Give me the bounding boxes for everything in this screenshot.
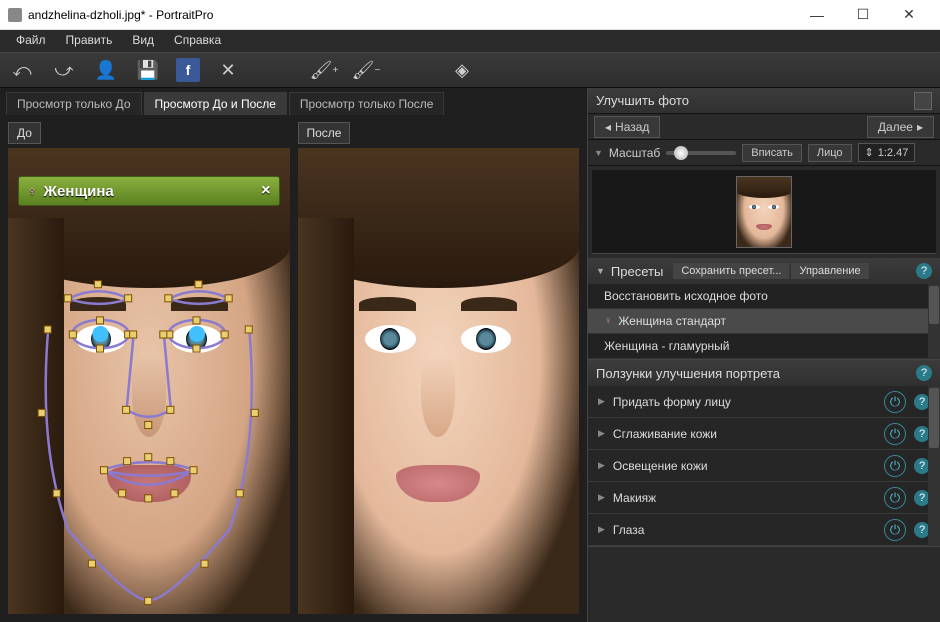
presets-title: Пресеты xyxy=(611,264,663,279)
updown-icon: ⇕ xyxy=(865,146,874,159)
tab-before-only[interactable]: Просмотр только До xyxy=(6,92,142,115)
chevron-down-icon: ▼ xyxy=(594,148,603,158)
slider-face-shape[interactable]: ▶ Придать форму лицу ⏻ ? xyxy=(588,386,940,418)
photo-row: До xyxy=(0,114,587,622)
face-thumbnail[interactable] xyxy=(736,176,792,248)
presets-header[interactable]: ▼ Пресеты Сохранить пресет... Управление… xyxy=(588,258,940,284)
preset-scrollbar[interactable] xyxy=(928,284,940,359)
controls-pane: Улучшить фото ◂Назад Далее▸ ▼ Масштаб Вп… xyxy=(587,88,940,622)
undo-button[interactable]: ⤺ xyxy=(8,56,36,84)
help-icon[interactable]: ? xyxy=(916,365,932,381)
brush-add-button[interactable]: 🖌+ xyxy=(310,56,338,84)
sliders-section: Ползунки улучшения портрета ? ▶ Придать … xyxy=(588,360,940,547)
facebook-button[interactable]: f xyxy=(176,58,200,82)
scale-label: Масштаб xyxy=(609,146,660,160)
close-button[interactable]: ✕ xyxy=(886,0,932,30)
preset-list: Восстановить исходное фото ♀Женщина стан… xyxy=(588,284,940,359)
titlebar: andzhelina-dzholi.jpg* - PortraitPro — ☐… xyxy=(0,0,940,30)
chevron-right-icon: ▶ xyxy=(598,396,605,407)
slider-scrollbar[interactable] xyxy=(928,386,940,546)
help-icon[interactable]: ? xyxy=(916,263,932,279)
menu-edit[interactable]: Править xyxy=(56,30,123,52)
gender-badge-label: Женщина xyxy=(44,183,114,200)
zoom-ratio[interactable]: ⇕1:2.47 xyxy=(858,143,916,162)
back-button[interactable]: ◂Назад xyxy=(594,116,660,138)
save-preset-button[interactable]: Сохранить пресет... xyxy=(673,263,789,279)
slider-skin-lighting[interactable]: ▶ Освещение кожи ⏻ ? xyxy=(588,450,940,482)
slider-list: ▶ Придать форму лицу ⏻ ? ▶ Сглаживание к… xyxy=(588,386,940,546)
power-toggle[interactable]: ⏻ xyxy=(884,519,906,541)
panel-title: Улучшить фото xyxy=(596,93,689,108)
power-toggle[interactable]: ⏻ xyxy=(884,423,906,445)
tab-before-after[interactable]: Просмотр До и После xyxy=(144,92,287,115)
arrow-right-icon: ▸ xyxy=(917,120,923,134)
menu-help[interactable]: Справка xyxy=(164,30,231,52)
chevron-right-icon: ▶ xyxy=(598,492,605,503)
power-toggle[interactable]: ⏻ xyxy=(884,455,906,477)
face-button[interactable]: Лицо xyxy=(808,144,852,162)
next-button[interactable]: Далее▸ xyxy=(867,116,934,138)
arrow-left-icon: ◂ xyxy=(605,120,611,134)
gender-badge-close[interactable]: × xyxy=(261,182,270,200)
before-label: До xyxy=(8,122,41,144)
scale-slider[interactable] xyxy=(666,151,736,155)
brush-remove-button[interactable]: 🖌− xyxy=(352,56,380,84)
fit-button[interactable]: Вписать xyxy=(742,144,802,162)
slider-makeup[interactable]: ▶ Макияж ⏻ ? xyxy=(588,482,940,514)
minimize-button[interactable]: — xyxy=(794,0,840,30)
chevron-down-icon: ▼ xyxy=(596,266,605,276)
app-icon xyxy=(8,8,22,22)
preset-restore-original[interactable]: Восстановить исходное фото xyxy=(588,284,940,309)
layers-button[interactable]: ◈ xyxy=(448,56,476,84)
female-icon: ♀ xyxy=(27,183,38,199)
panel-menu-button[interactable] xyxy=(914,92,932,110)
panel-header: Улучшить фото xyxy=(588,88,940,114)
thumbnail-strip[interactable] xyxy=(592,170,936,254)
manage-presets-button[interactable]: Управление xyxy=(791,263,868,279)
after-column: После xyxy=(298,122,580,614)
menubar: Файл Править Вид Справка xyxy=(0,30,940,52)
sliders-title: Ползунки улучшения портрета xyxy=(596,366,780,381)
face-mesh-overlay[interactable] xyxy=(8,148,289,610)
female-icon: ♀ xyxy=(604,315,612,327)
chevron-right-icon: ▶ xyxy=(598,524,605,535)
chevron-right-icon: ▶ xyxy=(598,428,605,439)
redo-button[interactable]: ⤻ xyxy=(50,56,78,84)
preset-female-glamour[interactable]: Женщина - гламурный xyxy=(588,334,940,359)
maximize-button[interactable]: ☐ xyxy=(840,0,886,30)
scale-row: ▼ Масштаб Вписать Лицо ⇕1:2.47 xyxy=(588,140,940,166)
workspace: Просмотр только До Просмотр До и После П… xyxy=(0,88,940,622)
power-toggle[interactable]: ⏻ xyxy=(884,391,906,413)
after-label: После xyxy=(298,122,351,144)
before-column: До xyxy=(8,122,290,614)
power-toggle[interactable]: ⏻ xyxy=(884,487,906,509)
sliders-header: Ползунки улучшения портрета ? xyxy=(588,360,940,386)
tab-after-only[interactable]: Просмотр только После xyxy=(289,92,445,115)
slider-eyes[interactable]: ▶ Глаза ⏻ ? xyxy=(588,514,940,546)
presets-section: ▼ Пресеты Сохранить пресет... Управление… xyxy=(588,258,940,360)
cancel-button[interactable]: ✕ xyxy=(214,56,242,84)
mesh-control-points[interactable] xyxy=(38,281,258,605)
gender-badge[interactable]: ♀ Женщина × xyxy=(18,176,280,206)
before-photo[interactable]: ♀ Женщина × xyxy=(8,148,290,614)
menu-file[interactable]: Файл xyxy=(6,30,56,52)
save-button[interactable]: 💾 xyxy=(134,56,162,84)
nav-row: ◂Назад Далее▸ xyxy=(588,114,940,140)
preview-pane: Просмотр только До Просмотр До и После П… xyxy=(0,88,587,622)
menu-view[interactable]: Вид xyxy=(122,30,164,52)
chevron-right-icon: ▶ xyxy=(598,460,605,471)
after-photo[interactable] xyxy=(298,148,580,614)
window-title: andzhelina-dzholi.jpg* - PortraitPro xyxy=(28,8,794,22)
preset-female-standard[interactable]: ♀Женщина стандарт xyxy=(588,309,940,334)
view-tabs: Просмотр только До Просмотр До и После П… xyxy=(0,88,587,114)
slider-skin-smoothing[interactable]: ▶ Сглаживание кожи ⏻ ? xyxy=(588,418,940,450)
add-person-button[interactable]: 👤 xyxy=(92,56,120,84)
toolbar: ⤺ ⤻ 👤 💾 f ✕ 🖌+ 🖌− ◈ xyxy=(0,52,940,88)
